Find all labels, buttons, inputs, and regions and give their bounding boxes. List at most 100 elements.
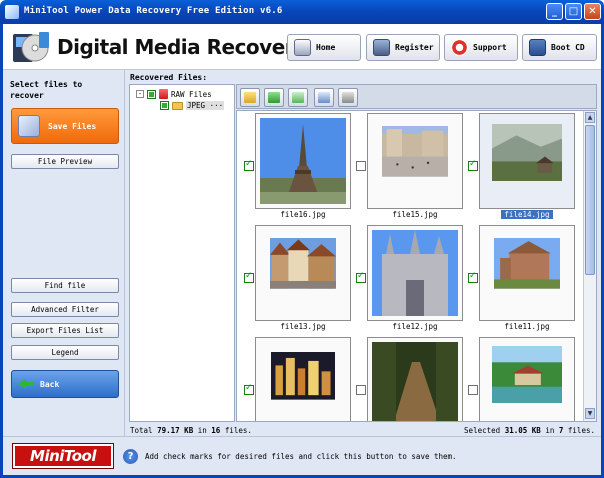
scroll-down-icon[interactable]: ▼ [585, 408, 595, 419]
view-mode-icon [318, 92, 330, 103]
raw-files-icon [159, 89, 168, 99]
file-name: file12.jpg [392, 322, 438, 331]
city-night-thumbnail [271, 352, 335, 400]
file-item[interactable]: ! [463, 337, 575, 421]
file-item[interactable]: ! file12.jpg [351, 225, 463, 337]
folder-icon [172, 101, 183, 110]
main-panel: Recovered Files: - RAW Files JPEG ··· ✓ … [125, 70, 601, 436]
thumbnail[interactable] [255, 113, 351, 209]
file-thumbnail-grid: ! file16.jpg ! [236, 110, 597, 422]
file-name: file11.jpg [504, 322, 550, 331]
add-button[interactable] [264, 88, 284, 107]
app-header: Digital Media Recovery Home Register Sup… [3, 24, 601, 70]
scrollbar-thumb[interactable] [585, 125, 595, 275]
back-button[interactable]: Back [11, 370, 119, 398]
file-item[interactable]: ! file14.jpg [463, 113, 575, 225]
scroll-up-icon[interactable]: ▲ [585, 112, 595, 123]
file-name: file14.jpg [479, 210, 575, 219]
help-icon[interactable]: ? [123, 449, 138, 464]
total-status: Total 79.17 KB in 16 files. [130, 426, 252, 435]
file-checkbox[interactable] [468, 271, 478, 283]
file-checkbox[interactable] [244, 271, 254, 283]
file-checkbox[interactable] [356, 385, 366, 395]
tree-row-raw-files[interactable]: - RAW Files [136, 89, 212, 99]
misty-valley-thumbnail [492, 124, 562, 181]
add-icon [268, 92, 280, 103]
timber-houses-thumbnail [270, 238, 336, 289]
file-item[interactable]: ! file16.jpg [239, 113, 351, 225]
save-files-label: Save Files [48, 121, 97, 131]
sidebar-title: Select files to recover [10, 80, 83, 100]
back-button-label: Back [40, 379, 60, 389]
save-files-icon [18, 115, 40, 137]
boot-cd-button[interactable]: Boot CD [522, 34, 597, 61]
file-tree: - RAW Files JPEG ··· [129, 84, 235, 422]
thumbnail[interactable] [479, 113, 575, 209]
preview-icon [342, 92, 354, 103]
file-preview-button[interactable]: File Preview [11, 154, 119, 169]
file-name: file15.jpg [392, 210, 438, 219]
title-bar: MiniTool Power Data Recovery Free Editio… [0, 0, 604, 24]
close-button[interactable]: ✕ [584, 3, 601, 20]
legend-button[interactable]: Legend [11, 345, 119, 360]
home-button[interactable]: Home [287, 34, 361, 61]
tree-checkbox-raw-files[interactable] [147, 89, 156, 99]
gothic-cathedral-thumbnail [372, 230, 458, 316]
app-heading: Digital Media Recovery [57, 35, 307, 59]
thumbnail[interactable] [255, 337, 351, 421]
file-checkbox[interactable] [244, 159, 254, 171]
window-title: MiniTool Power Data Recovery Free Editio… [24, 6, 283, 16]
file-name: file16.jpg [280, 210, 326, 219]
thumbnail[interactable] [367, 337, 463, 421]
minitool-logo: MiniTool [12, 443, 114, 469]
tree-label-raw-files: RAW Files [171, 89, 212, 99]
sidebar: Select files to recover Save Files File … [3, 70, 125, 436]
file-item[interactable]: ! [351, 337, 463, 421]
maximize-button[interactable]: □ [565, 3, 582, 20]
view-mode-button[interactable] [314, 88, 334, 107]
register-icon [373, 39, 390, 56]
export-files-list-button[interactable]: Export Files List [11, 323, 119, 338]
thumbnail[interactable] [479, 225, 575, 321]
thumbnail[interactable] [367, 225, 463, 321]
register-button[interactable]: Register [366, 34, 440, 61]
tree-row-jpeg[interactable]: JPEG ··· [160, 101, 225, 110]
file-checkbox[interactable] [468, 385, 478, 395]
file-item[interactable]: ! [239, 337, 351, 421]
tree-checkbox-jpeg[interactable] [160, 101, 169, 110]
home-button-label: Home [316, 43, 336, 52]
up-folder-button[interactable] [240, 88, 260, 107]
advanced-filter-button[interactable]: Advanced Filter [11, 302, 119, 317]
collapse-expander-icon[interactable]: - [136, 90, 144, 98]
thumbnail[interactable] [367, 113, 463, 209]
file-checkbox[interactable] [356, 161, 366, 171]
file-item[interactable]: ! file15.jpg [351, 113, 463, 225]
forest-bridge-thumbnail [372, 342, 458, 421]
file-checkbox[interactable] [356, 271, 366, 283]
selected-status: Selected 31.05 KB in 7 files. [464, 426, 595, 435]
file-item[interactable]: ! file11.jpg [463, 225, 575, 337]
file-checkbox[interactable] [468, 159, 478, 171]
thumbnail[interactable] [479, 337, 575, 421]
file-checkbox[interactable] [244, 383, 254, 395]
file-name: file13.jpg [280, 322, 326, 331]
digital-media-logo-icon [13, 32, 49, 62]
minimize-button[interactable]: _ [546, 3, 563, 20]
file-item[interactable]: ! file13.jpg [239, 225, 351, 337]
recovered-files-label: Recovered Files: [130, 73, 208, 82]
remove-button[interactable] [288, 88, 308, 107]
support-icon [451, 39, 468, 56]
bottom-bar: MiniTool ? Add check marks for desired f… [3, 436, 601, 475]
hint-text: Add check marks for desired files and cl… [145, 452, 457, 461]
up-folder-icon [244, 92, 256, 103]
plaza-thumbnail [382, 126, 448, 177]
preview-button[interactable] [338, 88, 358, 107]
grid-scrollbar[interactable]: ▲ ▼ [583, 111, 596, 421]
boot-cd-icon [529, 39, 546, 56]
home-icon [294, 39, 311, 56]
register-button-label: Register [395, 43, 434, 52]
save-files-button[interactable]: Save Files [11, 108, 119, 144]
find-file-button[interactable]: Find file [11, 278, 119, 293]
thumbnail[interactable] [255, 225, 351, 321]
support-button[interactable]: Support [444, 34, 518, 61]
